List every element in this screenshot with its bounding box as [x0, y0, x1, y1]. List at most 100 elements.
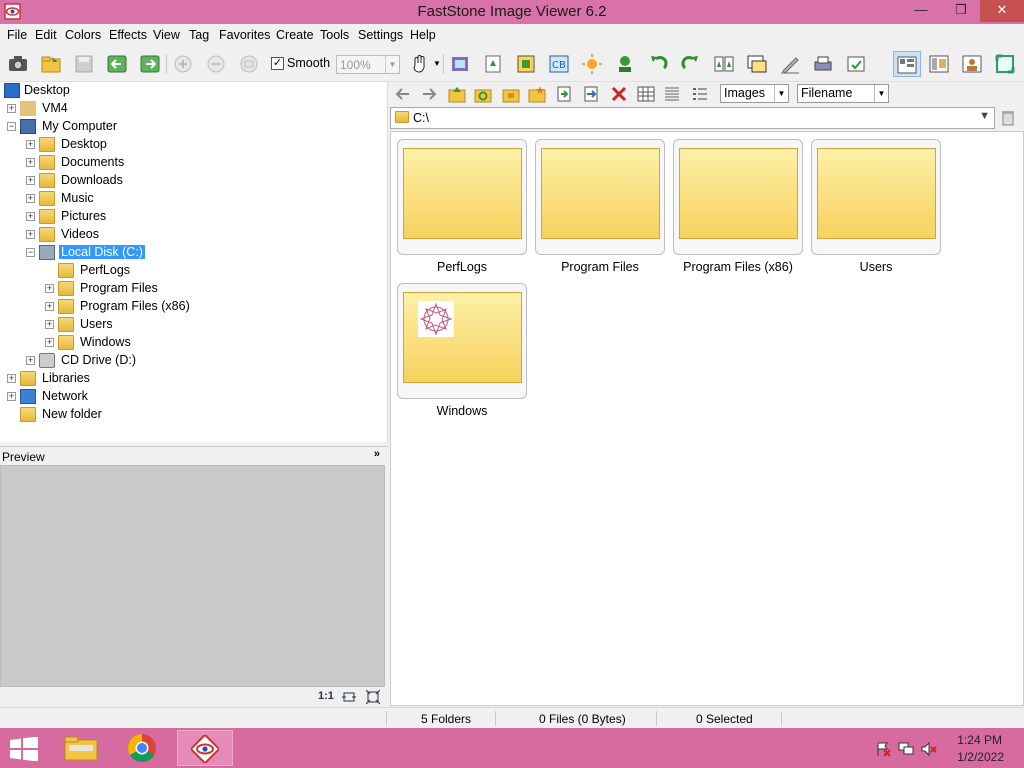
zoom-out-icon[interactable] — [205, 53, 227, 75]
menu-colors[interactable]: Colors — [65, 28, 101, 42]
sort-select[interactable]: Filename ▼ — [797, 84, 889, 103]
expand-icon[interactable]: + — [26, 230, 35, 239]
previous-arrow-icon[interactable] — [106, 53, 128, 75]
expand-icon[interactable]: + — [26, 212, 35, 221]
open-folder-icon[interactable] — [40, 53, 62, 75]
expand-icon[interactable]: + — [26, 140, 35, 149]
expand-icon[interactable]: + — [7, 374, 16, 383]
expand-icon[interactable]: + — [45, 320, 54, 329]
fullscreen-icon[interactable] — [994, 53, 1016, 75]
filter-select[interactable]: Images ▼ — [720, 84, 789, 103]
collapse-chevron-icon[interactable]: » — [374, 448, 380, 460]
menu-file[interactable]: File — [7, 28, 27, 42]
menu-settings[interactable]: Settings — [358, 28, 403, 42]
forward-arrow-icon[interactable] — [420, 85, 438, 103]
up-folder-icon[interactable] — [448, 85, 466, 103]
menu-tag[interactable]: Tag — [189, 28, 209, 42]
window-title: FastStone Image Viewer 6.2 — [417, 3, 607, 20]
chevron-down-icon[interactable]: ▼ — [874, 85, 888, 102]
folder-icon — [20, 407, 36, 422]
crop-icon[interactable] — [449, 53, 471, 75]
expand-icon[interactable]: + — [26, 194, 35, 203]
stamp-icon[interactable] — [614, 53, 636, 75]
thumbnail-view-icon[interactable] — [637, 85, 655, 103]
fit-window-icon[interactable] — [342, 690, 356, 704]
expand-icon[interactable]: + — [45, 284, 54, 293]
brightness-sun-icon[interactable] — [581, 53, 603, 75]
menu-favorites[interactable]: Favorites — [219, 28, 270, 42]
network-tray-icon[interactable] — [898, 741, 914, 757]
favorite-folder-icon[interactable] — [502, 85, 520, 103]
next-arrow-icon[interactable] — [139, 53, 161, 75]
trash-icon[interactable] — [999, 109, 1017, 127]
smooth-checkbox[interactable]: ✓ — [271, 57, 284, 70]
volume-muted-icon[interactable] — [921, 741, 937, 757]
full-size-icon[interactable] — [366, 690, 380, 704]
clock-time[interactable]: 1:24 PM — [957, 733, 1002, 747]
expand-icon[interactable]: + — [26, 158, 35, 167]
zoom-in-icon[interactable] — [172, 53, 194, 75]
move-to-icon[interactable] — [582, 85, 600, 103]
network-icon — [20, 389, 36, 404]
zoom-select[interactable]: 100% ▼ — [336, 55, 400, 74]
chevron-down-icon[interactable]: ▼ — [774, 85, 788, 102]
menu-edit[interactable]: Edit — [35, 28, 57, 42]
copy-to-icon[interactable] — [555, 85, 573, 103]
back-arrow-icon[interactable] — [394, 85, 412, 103]
slideshow-icon[interactable] — [746, 53, 768, 75]
rotate-right-icon[interactable] — [680, 53, 702, 75]
canvas-icon[interactable] — [515, 53, 537, 75]
chevron-down-icon[interactable]: ▼ — [385, 56, 399, 73]
expand-icon[interactable]: + — [7, 104, 16, 113]
collapse-icon[interactable]: − — [26, 248, 35, 257]
menu-create[interactable]: Create — [276, 28, 314, 42]
email-icon[interactable] — [845, 53, 867, 75]
action-center-flag-icon[interactable] — [875, 741, 891, 757]
print-icon[interactable] — [812, 53, 834, 75]
text-cb-icon[interactable]: CB — [548, 53, 570, 75]
actual-size-button[interactable]: 1:1 — [318, 690, 334, 702]
delete-x-icon[interactable] — [610, 85, 628, 103]
flip-icon[interactable] — [713, 53, 735, 75]
thumbnail-windows[interactable] — [397, 283, 527, 399]
expand-icon[interactable]: + — [45, 338, 54, 347]
draw-pen-icon[interactable] — [779, 53, 801, 75]
menu-tools[interactable]: Tools — [320, 28, 349, 42]
rotate-left-icon[interactable] — [647, 53, 669, 75]
minimize-button[interactable]: — — [906, 0, 936, 22]
menu-effects[interactable]: Effects — [109, 28, 147, 42]
thumbnail-users[interactable] — [811, 139, 941, 255]
taskbar-faststone[interactable] — [177, 730, 233, 766]
hand-dropdown-chevron-icon[interactable]: ▼ — [433, 59, 441, 68]
resize-icon[interactable] — [482, 53, 504, 75]
thumbnail-program-files-x86[interactable] — [673, 139, 803, 255]
chevron-down-icon[interactable]: ▼ — [979, 110, 990, 122]
windows-start-icon[interactable] — [10, 737, 38, 761]
menu-help[interactable]: Help — [410, 28, 436, 42]
new-folder-icon[interactable] — [528, 85, 546, 103]
save-icon[interactable] — [73, 53, 95, 75]
list-view-icon[interactable] — [663, 85, 681, 103]
expand-icon[interactable]: + — [7, 392, 16, 401]
expand-icon[interactable]: + — [26, 176, 35, 185]
refresh-folder-icon[interactable] — [474, 85, 492, 103]
restore-button[interactable]: ❐ — [946, 0, 976, 22]
path-input[interactable]: C:\ ▼ — [390, 107, 995, 129]
expand-icon[interactable]: + — [45, 302, 54, 311]
actual-size-icon[interactable] — [238, 53, 260, 75]
collapse-icon[interactable]: − — [7, 122, 16, 131]
clock-date[interactable]: 1/2/2022 — [957, 750, 1004, 764]
layout-browser-icon[interactable] — [893, 51, 921, 77]
acquire-camera-icon[interactable] — [7, 53, 29, 75]
menu-view[interactable]: View — [153, 28, 180, 42]
expand-icon[interactable]: + — [26, 356, 35, 365]
thumbnail-perflogs[interactable] — [397, 139, 527, 255]
layout-image-icon[interactable] — [961, 53, 983, 75]
close-button[interactable]: ✕ — [980, 0, 1024, 22]
details-view-icon[interactable] — [691, 85, 709, 103]
taskbar-file-explorer[interactable] — [54, 730, 110, 766]
taskbar-chrome[interactable] — [115, 730, 171, 766]
layout-preview-icon[interactable] — [928, 53, 950, 75]
thumbnail-program-files[interactable] — [535, 139, 665, 255]
hand-pan-icon[interactable] — [409, 53, 431, 75]
